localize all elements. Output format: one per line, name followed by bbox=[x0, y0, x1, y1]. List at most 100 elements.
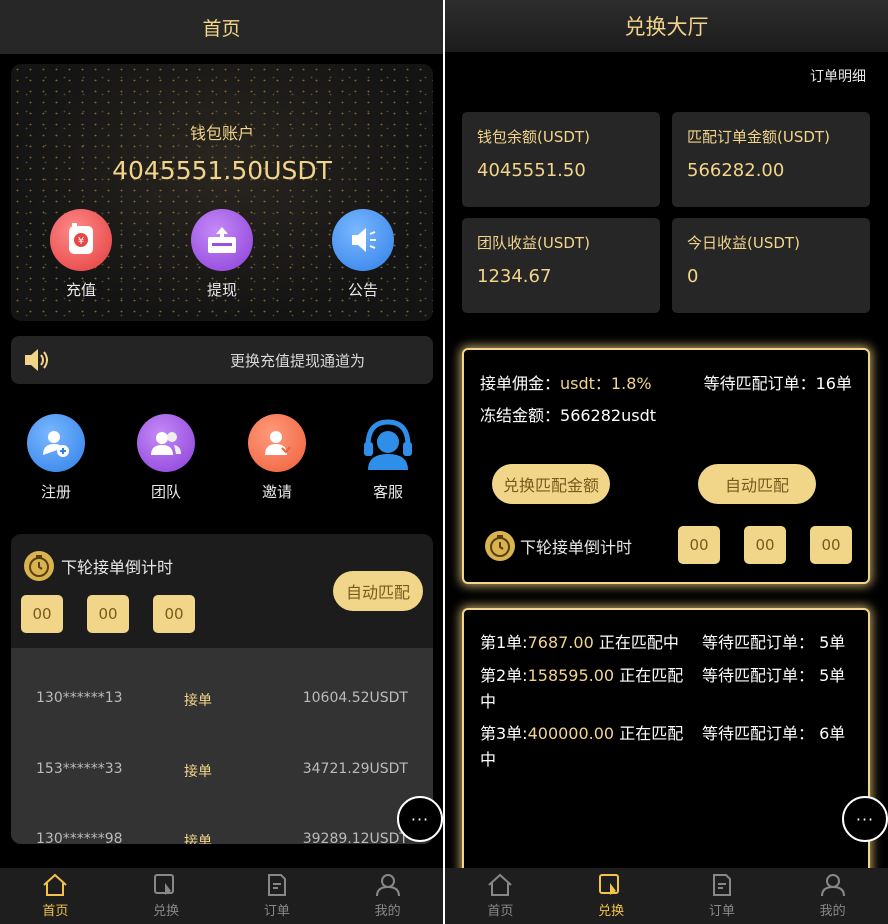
stat-label: 钱包余额(USDT) bbox=[477, 128, 590, 146]
register-label: 注册 bbox=[40, 483, 71, 501]
commission-label: 接单佣金： bbox=[480, 374, 561, 393]
recharge-icon: ¥ bbox=[50, 209, 112, 271]
tab-exchange[interactable]: 兑换 bbox=[556, 868, 667, 924]
tab-label: 兑换 bbox=[598, 904, 625, 919]
stat-team-earnings: 团队收益(USDT) 1234.67 bbox=[462, 218, 660, 313]
countdown-seconds: 00 bbox=[153, 595, 195, 633]
order-list: 130******13 接单 10604.52USDT 153******33 … bbox=[11, 648, 433, 844]
auto-match-button[interactable]: 自动匹配 bbox=[698, 464, 816, 504]
countdown-title: 下轮接单倒计时 bbox=[520, 538, 633, 557]
countdown-minutes: 00 bbox=[744, 526, 786, 564]
tab-label: 首页 bbox=[42, 904, 69, 919]
invite-icon bbox=[248, 414, 306, 472]
queue-wait: 等待匹配订单： 5单 bbox=[702, 633, 846, 652]
waiting-orders: 等待匹配订单：16单 bbox=[703, 374, 852, 393]
tab-bar: 首页 兑换 订单 我的 bbox=[445, 868, 888, 924]
stat-label: 匹配订单金额(USDT) bbox=[687, 128, 830, 146]
more-button[interactable]: ··· bbox=[842, 796, 888, 842]
withdraw-icon bbox=[191, 209, 253, 271]
register-icon bbox=[27, 414, 85, 472]
tab-orders[interactable]: 订单 bbox=[222, 868, 333, 924]
recharge-button[interactable]: ¥ 充值 bbox=[36, 209, 126, 300]
tab-label: 我的 bbox=[819, 904, 846, 919]
page-title: 兑换大厅 bbox=[445, 0, 888, 52]
withdraw-button[interactable]: 提现 bbox=[177, 209, 267, 300]
exchange-match-amount-button[interactable]: 兑换匹配金额 bbox=[492, 464, 610, 504]
profile-icon bbox=[375, 874, 400, 897]
countdown-hours: 00 bbox=[678, 526, 720, 564]
stat-value: 1234.67 bbox=[477, 266, 552, 287]
order-action: 接单 bbox=[184, 834, 212, 844]
order-phone: 130******98 bbox=[36, 831, 123, 844]
countdown-hours: 00 bbox=[21, 595, 63, 633]
tab-profile[interactable]: 我的 bbox=[332, 868, 443, 924]
tab-orders[interactable]: 订单 bbox=[667, 868, 778, 924]
home-icon bbox=[488, 873, 513, 896]
wallet-card: 钱包账户 4045551.50USDT ¥ 充值 提现 公告 bbox=[11, 64, 433, 321]
list-item: 第2单:158595.00 正在匹配中 bbox=[480, 663, 692, 715]
table-row: 153******33 接单 34721.29USDT bbox=[11, 761, 433, 831]
auto-match-button[interactable]: 自动匹配 bbox=[333, 571, 423, 611]
tab-label: 订单 bbox=[708, 904, 735, 919]
stat-label: 今日收益(USDT) bbox=[687, 234, 800, 252]
team-icon bbox=[137, 414, 195, 472]
order-amount: 34721.29USDT bbox=[302, 761, 408, 777]
stat-value: 0 bbox=[687, 266, 699, 287]
tab-label: 兑换 bbox=[153, 904, 180, 919]
queue-amount: 158595.00 bbox=[527, 666, 615, 685]
tab-label: 订单 bbox=[263, 904, 290, 919]
table-row: 130******13 接单 10604.52USDT bbox=[11, 690, 433, 760]
profile-icon bbox=[820, 874, 845, 897]
tab-profile[interactable]: 我的 bbox=[777, 868, 888, 924]
queue-wait: 等待匹配订单： 5单 bbox=[702, 666, 846, 685]
queue-prefix: 第3单: bbox=[480, 724, 528, 743]
withdraw-label: 提现 bbox=[206, 281, 237, 299]
list-item: 第3单:400000.00 正在匹配中 bbox=[480, 721, 692, 773]
customer-service-icon bbox=[359, 414, 417, 472]
stat-matched-amount: 匹配订单金额(USDT) 566282.00 bbox=[672, 112, 870, 207]
stat-today-earnings: 今日收益(USDT) 0 bbox=[672, 218, 870, 313]
notice-bar[interactable]: 更换充值提现通道为 bbox=[11, 336, 433, 384]
timer-icon bbox=[485, 531, 515, 561]
orders-icon bbox=[267, 874, 286, 896]
more-button[interactable]: ··· bbox=[397, 796, 443, 842]
team-label: 团队 bbox=[150, 483, 181, 501]
customer-service-label: 客服 bbox=[372, 483, 403, 501]
announcement-icon bbox=[332, 209, 394, 271]
home-icon bbox=[43, 873, 68, 896]
recharge-label: 充值 bbox=[65, 281, 96, 299]
announcement-button[interactable]: 公告 bbox=[318, 209, 408, 300]
queue-wait: 等待匹配订单： 6单 bbox=[702, 724, 846, 743]
tab-home[interactable]: 首页 bbox=[445, 868, 556, 924]
frozen-label: 冻结金额： bbox=[480, 406, 561, 425]
notice-text: 更换充值提现通道为 bbox=[230, 352, 366, 370]
register-button[interactable]: 注册 bbox=[16, 414, 96, 502]
exchange-icon bbox=[599, 874, 620, 895]
queue-prefix: 第1单: bbox=[480, 633, 528, 652]
queue-amount: 7687.00 bbox=[527, 633, 594, 652]
stat-wallet-balance: 钱包余额(USDT) 4045551.50 bbox=[462, 112, 660, 207]
exchange-screen: 兑换大厅 订单明细 钱包余额(USDT) 4045551.50 匹配订单金额(U… bbox=[445, 0, 888, 924]
order-detail-link[interactable]: 订单明细 bbox=[810, 66, 866, 86]
tab-home[interactable]: 首页 bbox=[0, 868, 111, 924]
order-action: 接单 bbox=[184, 764, 212, 780]
invite-button[interactable]: 邀请 bbox=[237, 414, 317, 502]
orders-icon bbox=[712, 874, 731, 896]
commission-value: usdt：1.8% bbox=[560, 374, 652, 393]
stat-label: 团队收益(USDT) bbox=[477, 234, 590, 252]
customer-service-button[interactable]: 客服 bbox=[348, 414, 428, 502]
speaker-icon bbox=[23, 347, 51, 377]
tab-label: 我的 bbox=[374, 904, 401, 919]
tab-label: 首页 bbox=[487, 904, 514, 919]
invite-label: 邀请 bbox=[261, 483, 292, 501]
queue-prefix: 第2单: bbox=[480, 666, 528, 685]
countdown-header: 下轮接单倒计时 bbox=[23, 550, 173, 582]
stat-value: 566282.00 bbox=[687, 160, 785, 181]
wallet-title: 钱包账户 bbox=[189, 124, 254, 143]
match-panel: 接单佣金：usdt：1.8% 等待匹配订单：16单 冻结金额：566282usd… bbox=[462, 348, 870, 584]
list-item: 第1单:7687.00 正在匹配中 bbox=[480, 630, 685, 656]
team-button[interactable]: 团队 bbox=[126, 414, 206, 502]
tab-exchange[interactable]: 兑换 bbox=[111, 868, 222, 924]
order-phone: 153******33 bbox=[36, 761, 123, 777]
countdown-card: 下轮接单倒计时 自动匹配 00 00 00 130******13 接单 106… bbox=[11, 534, 433, 844]
